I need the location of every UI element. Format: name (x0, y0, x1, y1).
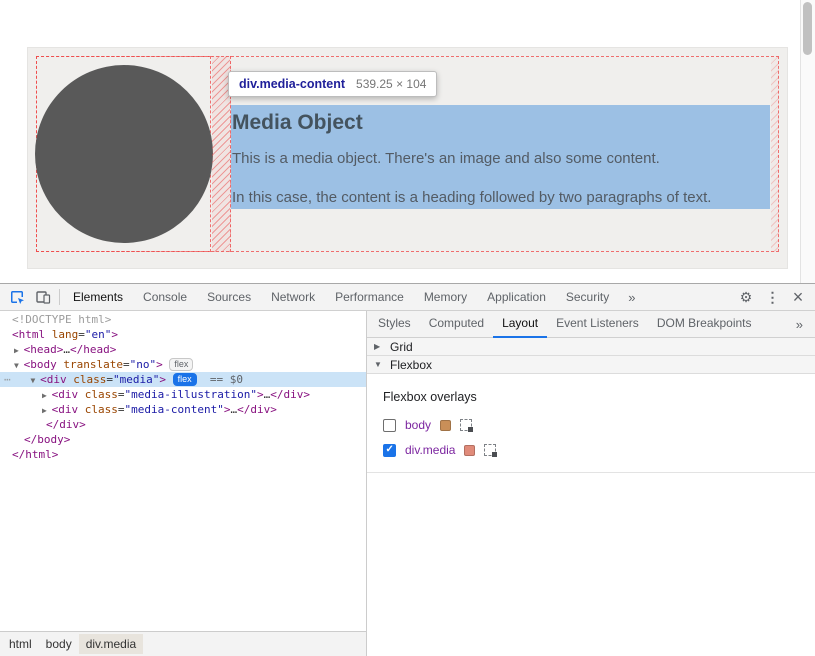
elements-sidebar: Styles Computed Layout Event Listeners D… (367, 311, 815, 656)
kebab-menu-icon[interactable]: ⋮ (759, 285, 785, 309)
dom-node-div-media-content[interactable]: ▶ <div class="media-content">…</div> (0, 402, 366, 417)
overlay-row-body: body (383, 417, 799, 433)
dom-node-html-close[interactable]: </html> (0, 447, 366, 462)
tab-styles[interactable]: Styles (369, 311, 420, 338)
checkbox-div-media-overlay[interactable] (383, 444, 396, 457)
expanded-triangle-icon: ▼ (374, 360, 383, 369)
settings-gear-icon[interactable]: ⚙ (733, 285, 759, 309)
media-illustration-circle (35, 65, 213, 243)
devtools-toolbar: Elements Console Sources Network Perform… (0, 284, 815, 311)
tab-security[interactable]: Security (556, 284, 619, 310)
tab-layout[interactable]: Layout (493, 311, 547, 338)
media-heading: Media Object (232, 110, 770, 135)
tab-application[interactable]: Application (477, 284, 556, 310)
dom-node-div-media-illustration[interactable]: ▶ <div class="media-illustration">…</div… (0, 387, 366, 402)
close-devtools-icon[interactable]: × (785, 285, 811, 309)
grid-section-header[interactable]: ▶ Grid (367, 338, 815, 356)
toolbar-separator (59, 289, 60, 305)
media-paragraph-1: This is a media object. There's an image… (232, 150, 770, 168)
color-swatch-body (440, 420, 451, 431)
select-element-icon[interactable] (484, 444, 496, 456)
media-paragraph-2: In this case, the content is a heading f… (232, 189, 770, 207)
tab-performance[interactable]: Performance (325, 284, 414, 310)
more-sidebar-tabs-button[interactable]: » (786, 317, 813, 332)
media-illustration-box (36, 56, 211, 252)
screen: Media Object This is a media object. The… (0, 0, 815, 656)
inspect-cursor-icon (9, 289, 25, 305)
devtools-body: <!DOCTYPE html> <html lang="en"> ▶ <head… (0, 311, 815, 656)
tooltip-selector: div.media-content (239, 77, 345, 91)
breadcrumb-html[interactable]: html (2, 634, 39, 654)
tab-elements[interactable]: Elements (63, 284, 133, 310)
tab-console[interactable]: Console (133, 284, 197, 310)
grid-section-label: Grid (390, 340, 413, 354)
overlay-row-div-media: div.media (383, 442, 799, 458)
more-panels-button[interactable]: » (619, 290, 644, 305)
checkbox-body-overlay[interactable] (383, 419, 396, 432)
devtools-panel: Elements Console Sources Network Perform… (0, 283, 815, 656)
tab-memory[interactable]: Memory (414, 284, 477, 310)
device-toolbar-button[interactable] (30, 285, 56, 309)
flexbox-overlays-section: Flexbox overlays body div.media (367, 374, 815, 473)
inspect-element-button[interactable] (4, 285, 30, 309)
overlay-label-div-media[interactable]: div.media (405, 443, 455, 457)
dom-tree: <!DOCTYPE html> <html lang="en"> ▶ <head… (0, 311, 366, 631)
tab-network[interactable]: Network (261, 284, 325, 310)
tab-dom-breakpoints[interactable]: DOM Breakpoints (648, 311, 761, 338)
device-toolbar-icon (35, 289, 51, 305)
select-element-icon[interactable] (460, 419, 472, 431)
flexbox-freespace-hatch (771, 56, 779, 252)
scrollbar-thumb[interactable] (803, 2, 812, 55)
dom-node-div-close[interactable]: </div> (0, 417, 366, 432)
tab-event-listeners[interactable]: Event Listeners (547, 311, 648, 338)
tab-computed[interactable]: Computed (420, 311, 493, 338)
dom-node-html-open[interactable]: <html lang="en"> (0, 327, 366, 342)
dom-node-div-media-selected[interactable]: ⋯ ▼ <div class="media"> flex == $0 (0, 372, 366, 387)
flexbox-section-header[interactable]: ▼ Flexbox (367, 356, 815, 374)
breadcrumb-body[interactable]: body (39, 634, 79, 654)
tab-sources[interactable]: Sources (197, 284, 261, 310)
inspect-tooltip: div.media-content 539.25 × 104 (228, 71, 437, 97)
browser-viewport: Media Object This is a media object. The… (0, 0, 815, 283)
color-swatch-div-media (464, 445, 475, 456)
breadcrumb: html body div.media (0, 631, 366, 656)
page-scrollbar[interactable] (800, 0, 815, 283)
media-content-highlight: Media Object This is a media object. The… (231, 105, 770, 209)
flexbox-section-label: Flexbox (390, 358, 432, 372)
dom-node-body-open[interactable]: ▼ <body translate="no"> flex (0, 357, 366, 372)
breadcrumb-div-media[interactable]: div.media (79, 634, 143, 654)
tooltip-dimensions: 539.25 × 104 (356, 77, 426, 91)
overlay-label-body[interactable]: body (405, 418, 431, 432)
elements-pane: <!DOCTYPE html> <html lang="en"> ▶ <head… (0, 311, 367, 656)
flexbox-overlays-title: Flexbox overlays (383, 390, 799, 404)
dom-node-head[interactable]: ▶ <head>…</head> (0, 342, 366, 357)
dom-node-doctype[interactable]: <!DOCTYPE html> (0, 312, 366, 327)
dom-node-body-close[interactable]: </body> (0, 432, 366, 447)
sidebar-tab-bar: Styles Computed Layout Event Listeners D… (367, 311, 815, 338)
collapsed-triangle-icon: ▶ (374, 342, 383, 351)
